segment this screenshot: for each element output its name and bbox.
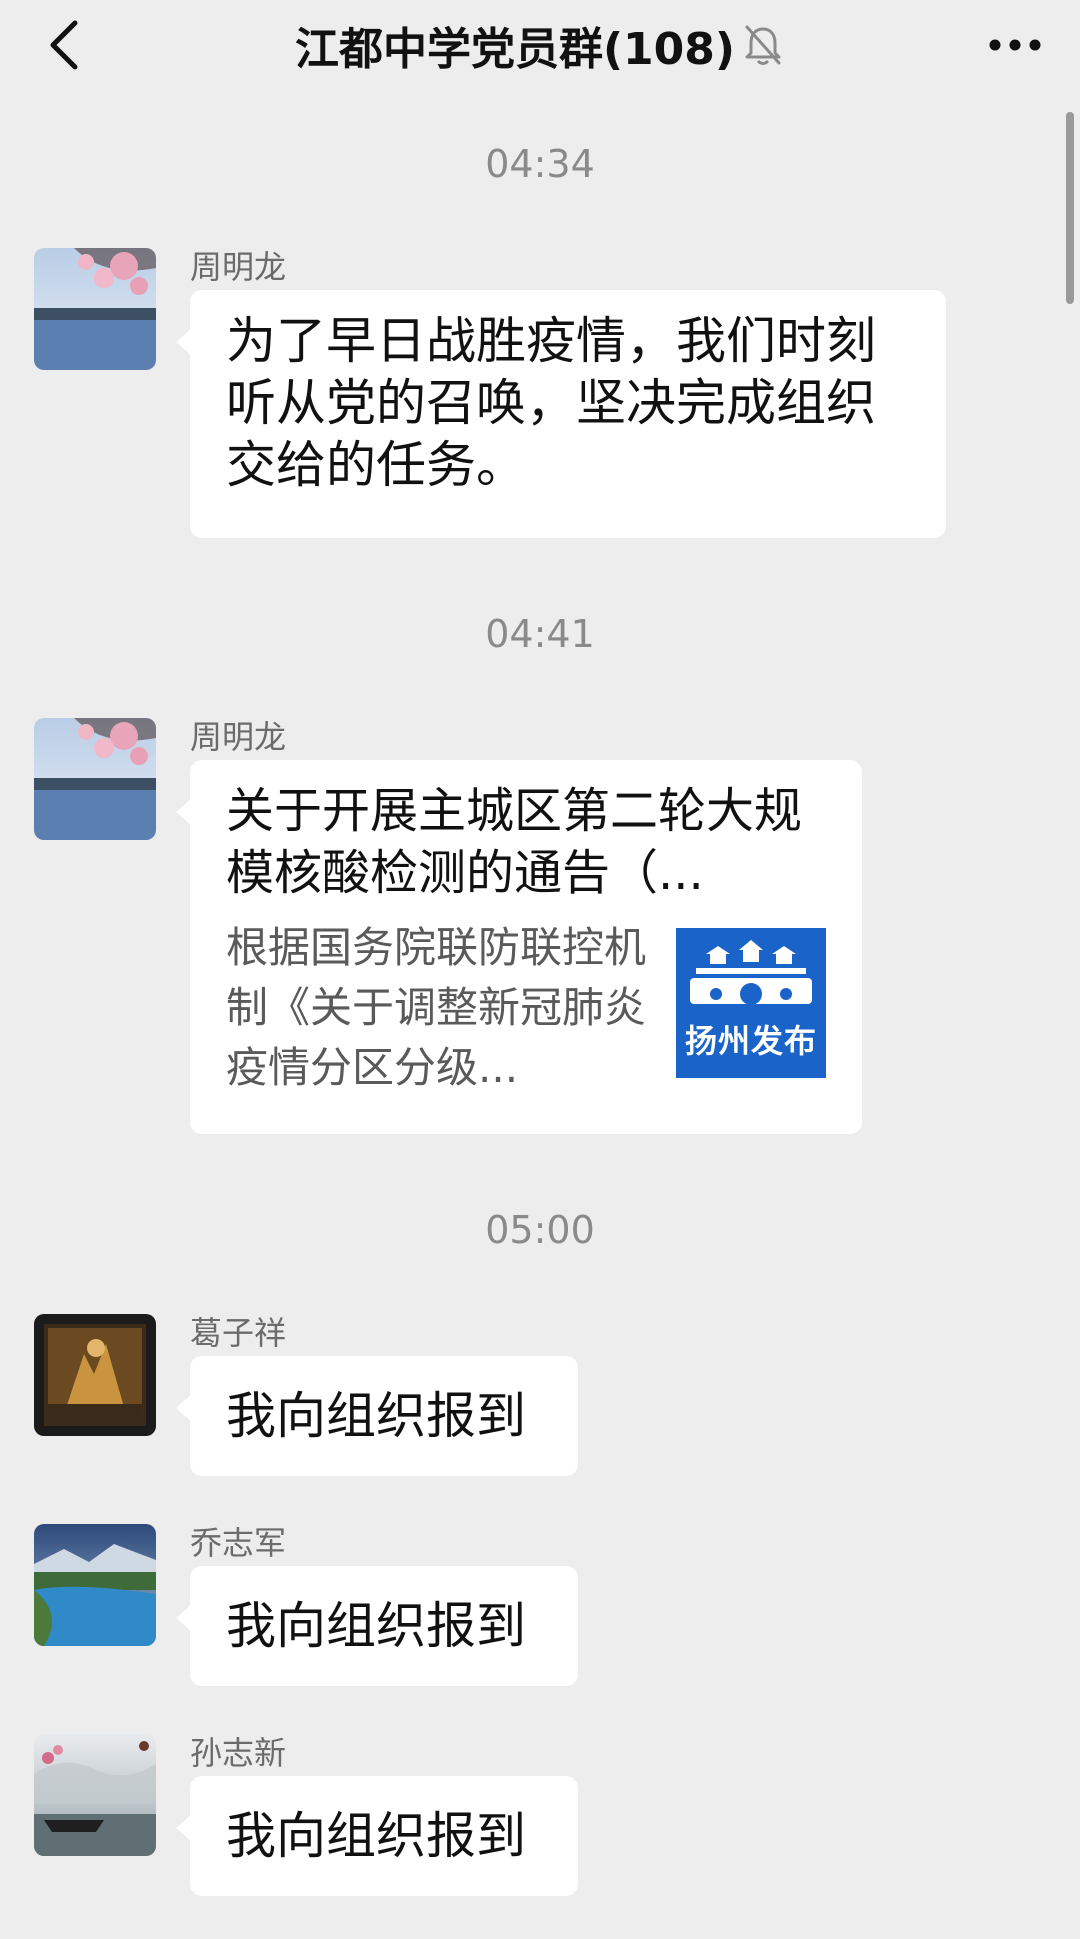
timestamp: 04:41 xyxy=(485,612,595,656)
avatar[interactable] xyxy=(34,1524,156,1646)
link-description: 根据国务院联防联控机制《关于调整新冠肺炎疫情分区分级... xyxy=(226,923,647,1092)
more-horizontal-icon xyxy=(989,39,1041,51)
timestamp: 05:00 xyxy=(485,1208,595,1252)
chat-header: 江都中学党员群(108) xyxy=(0,0,1080,90)
link-thumbnail: 扬州发布 xyxy=(676,928,826,1078)
avatar[interactable] xyxy=(34,1314,156,1436)
scrollbar[interactable] xyxy=(1066,112,1074,304)
sender-name: 孙志新 xyxy=(190,1734,287,1772)
message-text: 我向组织报到 xyxy=(226,1387,526,1445)
avatar[interactable] xyxy=(34,1734,156,1856)
bell-off-icon xyxy=(741,23,785,67)
avatar[interactable] xyxy=(34,718,156,840)
message-text: 我向组织报到 xyxy=(226,1597,526,1655)
link-card[interactable]: 关于开展主城区第二轮大规模核酸检测的通告（... 根据国务院联防联控机制《关于调… xyxy=(176,760,862,1134)
link-title: 关于开展主城区第二轮大规模核酸检测的通告（... xyxy=(226,783,803,901)
message-bubble[interactable]: 我向组织报到 xyxy=(176,1566,578,1686)
sender-name: 葛子祥 xyxy=(190,1314,287,1352)
thumbnail-label: 扬州发布 xyxy=(684,1022,817,1060)
timestamp: 04:34 xyxy=(485,142,595,186)
message-bubble[interactable]: 为了早日战胜疫情，我们时刻听从党的召唤，坚决完成组织交给的任务。 xyxy=(176,290,946,538)
sender-name: 周明龙 xyxy=(190,248,287,286)
chat-title: 江都中学党员群(108) xyxy=(294,24,736,75)
message-text: 为了早日战胜疫情，我们时刻听从党的召唤，坚决完成组织交给的任务。 xyxy=(226,312,876,494)
message-bubble[interactable]: 我向组织报到 xyxy=(176,1776,578,1896)
avatar[interactable] xyxy=(34,248,156,370)
message-bubble[interactable]: 我向组织报到 xyxy=(176,1356,578,1476)
more-button[interactable] xyxy=(980,10,1050,80)
sender-name: 周明龙 xyxy=(190,718,287,756)
message-text: 我向组织报到 xyxy=(226,1807,526,1865)
sender-name: 乔志军 xyxy=(190,1524,287,1562)
